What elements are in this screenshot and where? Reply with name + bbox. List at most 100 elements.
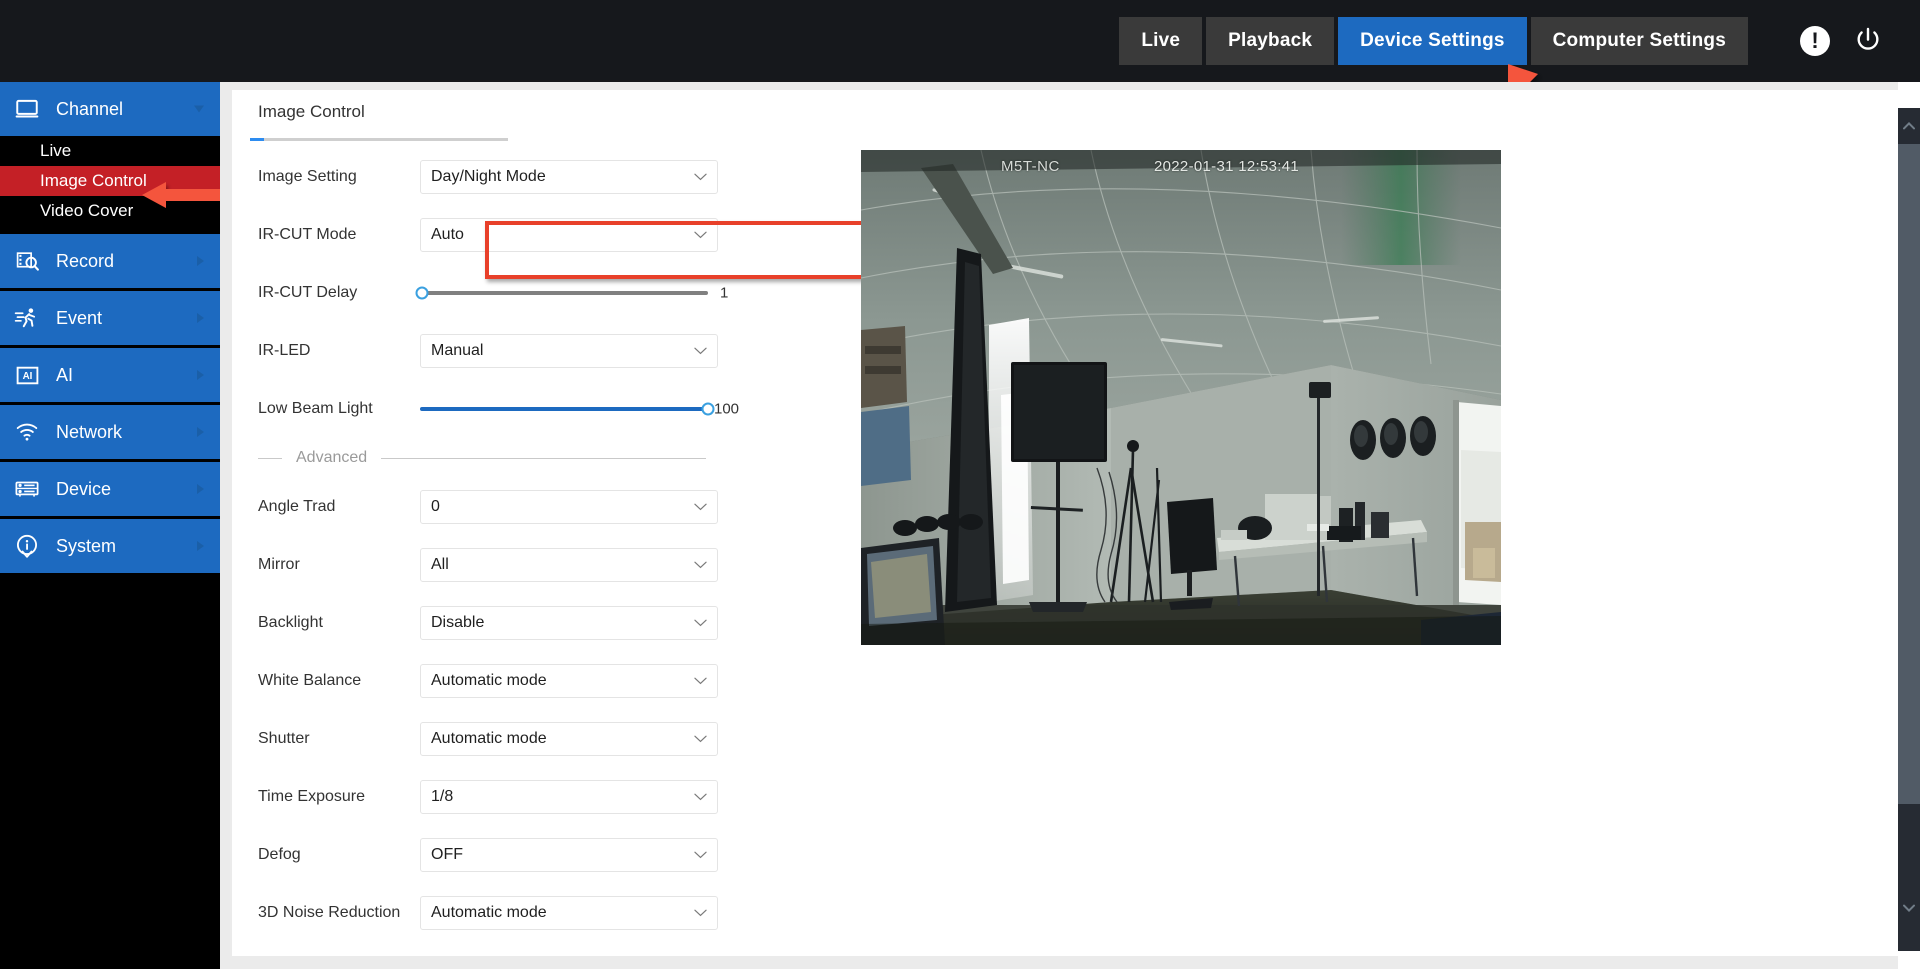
advanced-section-divider: Advanced (232, 438, 732, 478)
sidebar-group-system[interactable]: System (0, 519, 220, 573)
scroll-down-button[interactable] (1898, 865, 1920, 951)
sidebar-item-video-cover[interactable]: Video Cover (0, 196, 220, 226)
field-row-ir-cut-mode: IR-CUT Mode Auto (232, 206, 732, 264)
select-value: 0 (431, 498, 440, 515)
slider-track (420, 407, 708, 411)
vertical-scrollbar[interactable] (1898, 82, 1920, 969)
sidebar-group-label: AI (56, 364, 74, 385)
record-search-icon (12, 246, 42, 276)
topbar-icon-group: ! (1800, 25, 1884, 57)
svg-text:AI: AI (22, 371, 32, 382)
sidebar-group-label: System (56, 535, 117, 556)
camera-name-overlay: M5T-NC (1001, 158, 1060, 175)
sidebar-subitems-channel: Live Image Control Video Cover (0, 136, 220, 226)
defog-select[interactable]: OFF (420, 838, 718, 872)
field-row-white-balance: White Balance Automatic mode (232, 652, 732, 710)
field-row-3d-noise-reduction: 3D Noise Reduction Automatic mode (232, 884, 732, 942)
field-row-mirror: Mirror All (232, 536, 732, 594)
angle-trad-select[interactable]: 0 (420, 490, 718, 524)
field-label: Image Setting (258, 168, 357, 185)
chevron-down-icon (694, 173, 707, 181)
tab-device-settings[interactable]: Device Settings (1338, 17, 1527, 65)
chevron-down-icon (694, 851, 707, 859)
chevron-right-icon (197, 313, 204, 323)
field-row-defog: Defog OFF (232, 826, 732, 884)
chevron-up-icon (1903, 122, 1915, 130)
field-row-ir-cut-delay: IR-CUT Delay 1 (232, 264, 732, 322)
running-person-icon (12, 303, 42, 333)
alert-exclamation-icon[interactable]: ! (1800, 26, 1830, 56)
shutter-select[interactable]: Automatic mode (420, 722, 718, 756)
sidebar-group-network[interactable]: Network (0, 405, 220, 459)
sidebar-group-channel[interactable]: Channel (0, 82, 220, 136)
field-label: Defog (258, 846, 301, 863)
backlight-select[interactable]: Disable (420, 606, 718, 640)
scroll-up-button[interactable] (1898, 108, 1920, 144)
sidebar-item-live[interactable]: Live (0, 136, 220, 166)
chevron-right-icon (197, 484, 204, 494)
tab-computer-settings[interactable]: Computer Settings (1530, 17, 1748, 65)
sidebar-group-record[interactable]: Record (0, 234, 220, 288)
field-row-time-exposure: Time Exposure 1/8 (232, 768, 732, 826)
field-label: Backlight (258, 614, 323, 631)
select-value: Automatic mode (431, 730, 547, 747)
wifi-icon (12, 417, 42, 447)
field-label: Angle Trad (258, 498, 336, 515)
ir-led-select[interactable]: Manual (420, 334, 718, 368)
select-value: Automatic mode (431, 904, 547, 921)
slider-knob[interactable] (701, 402, 715, 416)
chevron-right-icon (197, 541, 204, 551)
slider-value: 1 (720, 284, 729, 302)
low-beam-light-slider[interactable]: 100 (420, 392, 739, 426)
tab-live[interactable]: Live (1119, 17, 1203, 65)
field-row-shutter: Shutter Automatic mode (232, 710, 732, 768)
field-label: IR-CUT Delay (258, 284, 358, 301)
divider-line-right (381, 457, 706, 459)
image-settings-form: Image Setting Day/Night Mode IR-CUT Mode… (232, 148, 739, 942)
chevron-down-icon (694, 793, 707, 801)
select-value: Auto (431, 226, 464, 243)
camera-preview[interactable]: M5T-NC 2022-01-31 12:53:41 (861, 150, 1501, 645)
ir-cut-delay-slider[interactable]: 1 (415, 276, 728, 310)
ir-cut-mode-select[interactable]: Auto (420, 218, 718, 252)
field-label: IR-CUT Mode (258, 226, 357, 243)
field-label: Mirror (258, 556, 300, 573)
ai-box-icon: AI (12, 360, 42, 390)
field-label: IR-LED (258, 342, 311, 359)
sidebar-group-label: Channel (56, 98, 124, 119)
sidebar-group-event[interactable]: Event (0, 291, 220, 345)
select-value: All (431, 556, 449, 573)
slider-knob[interactable] (415, 286, 429, 300)
chevron-down-icon (694, 231, 707, 239)
chevron-down-icon (694, 347, 707, 355)
info-circle-icon (12, 531, 42, 561)
panel-tab-underline (250, 138, 508, 141)
tab-playback[interactable]: Playback (1206, 17, 1335, 65)
field-row-image-setting: Image Setting Day/Night Mode (232, 148, 732, 206)
field-label: 3D Noise Reduction (258, 904, 401, 921)
select-value: 1/8 (431, 788, 454, 805)
scrollbar-trough[interactable] (1898, 804, 1920, 865)
mirror-select[interactable]: All (420, 548, 718, 582)
image-setting-select[interactable]: Day/Night Mode (420, 160, 718, 194)
white-balance-select[interactable]: Automatic mode (420, 664, 718, 698)
monitor-icon (12, 94, 42, 124)
slider-track (420, 291, 708, 295)
select-value: OFF (431, 846, 463, 863)
chevron-right-icon (197, 370, 204, 380)
sidebar: Channel Live Image Control Video Cover R… (0, 82, 220, 969)
sidebar-item-image-control[interactable]: Image Control (0, 166, 220, 196)
slider-value: 100 (714, 400, 740, 418)
select-value: Automatic mode (431, 672, 547, 689)
scrollbar-thumb[interactable] (1898, 144, 1920, 804)
power-icon[interactable] (1852, 25, 1884, 57)
time-exposure-select[interactable]: 1/8 (420, 780, 718, 814)
sidebar-group-device[interactable]: Device (0, 462, 220, 516)
chevron-down-icon (694, 909, 707, 917)
chevron-down-icon (1903, 904, 1915, 912)
sidebar-group-ai[interactable]: AI AI (0, 348, 220, 402)
noise-reduction-select[interactable]: Automatic mode (420, 896, 718, 930)
select-value: Day/Night Mode (431, 168, 546, 185)
sidebar-group-label: Record (56, 250, 115, 271)
sidebar-group-label: Event (56, 307, 103, 328)
